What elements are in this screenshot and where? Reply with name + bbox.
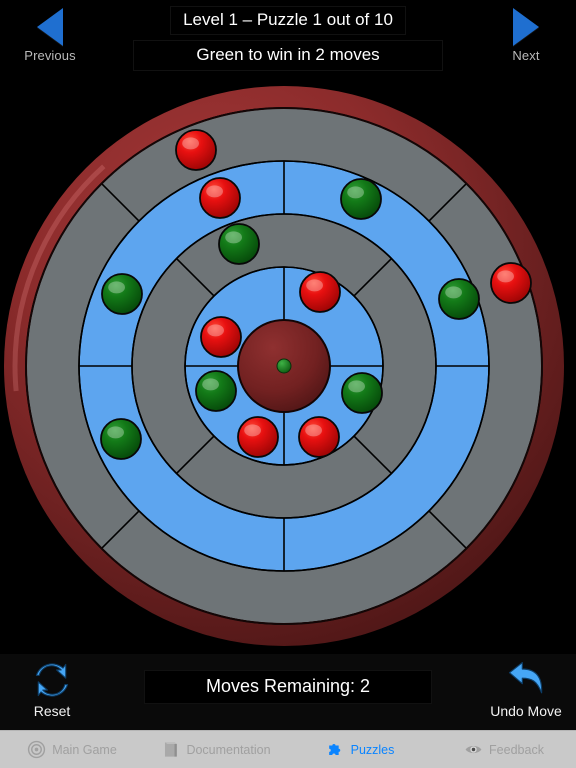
undo-move-button[interactable]: Undo Move <box>478 658 574 719</box>
game-piece-green[interactable] <box>340 178 382 220</box>
tab-documentation[interactable]: Documentation <box>144 731 288 768</box>
game-piece-red[interactable] <box>199 177 241 219</box>
game-piece-red[interactable] <box>298 416 340 458</box>
piece-highlight <box>182 137 200 150</box>
game-board-area[interactable] <box>0 82 576 654</box>
moves-remaining-display: Moves Remaining: 2 <box>144 670 432 704</box>
piece-highlight <box>202 378 220 391</box>
undo-arrow-icon <box>508 661 543 694</box>
piece-highlight <box>225 231 243 244</box>
center-hub-dot <box>276 358 292 374</box>
tab-documentation-label: Documentation <box>186 742 271 757</box>
tab-main-game[interactable]: Main Game <box>0 731 144 768</box>
piece-highlight <box>348 380 365 393</box>
tab-puzzles-label: Puzzles <box>350 742 395 757</box>
tab-feedback[interactable]: Feedback <box>432 731 576 768</box>
triangle-left-icon <box>37 8 63 46</box>
game-piece-green[interactable] <box>195 370 237 412</box>
undo-button-label: Undo Move <box>490 703 562 719</box>
piece-highlight <box>306 279 323 292</box>
previous-button-label: Previous <box>24 48 76 63</box>
piece-highlight <box>305 424 322 437</box>
top-navigation-bar: Previous Level 1 – Puzzle 1 out of 10 Gr… <box>0 0 576 82</box>
puzzle-title-block: Level 1 – Puzzle 1 out of 10 Green to wi… <box>133 6 443 71</box>
piece-highlight <box>244 424 261 437</box>
game-piece-red[interactable] <box>490 262 532 304</box>
game-piece-red[interactable] <box>200 316 242 358</box>
target-icon <box>28 740 46 759</box>
game-piece-red[interactable] <box>237 416 279 458</box>
piece-highlight <box>207 324 225 337</box>
game-piece-green[interactable] <box>101 273 143 315</box>
piece-highlight <box>497 270 514 283</box>
puzzle-piece-icon <box>328 743 340 756</box>
game-piece-red[interactable] <box>175 129 217 171</box>
tab-main-game-label: Main Game <box>52 742 117 757</box>
tab-puzzles[interactable]: Puzzles <box>288 731 432 768</box>
bottom-tab-bar: Main Game Documentation Puzzles Feedback <box>0 730 576 768</box>
puzzle-level-title: Level 1 – Puzzle 1 out of 10 <box>170 6 406 35</box>
book-icon <box>165 742 178 757</box>
game-piece-green[interactable] <box>218 223 260 265</box>
piece-highlight <box>445 286 462 299</box>
puzzle-app-screen: Previous Level 1 – Puzzle 1 out of 10 Gr… <box>0 0 576 768</box>
reset-button[interactable]: Reset <box>4 658 100 719</box>
next-button-label: Next <box>512 48 540 63</box>
puzzle-objective-text: Green to win in 2 moves <box>133 40 443 71</box>
piece-highlight <box>347 186 364 199</box>
game-piece-red[interactable] <box>299 271 341 313</box>
circular-game-board[interactable] <box>0 82 576 654</box>
triangle-right-icon <box>513 8 539 46</box>
game-piece-green[interactable] <box>438 278 480 320</box>
eye-icon <box>465 745 482 754</box>
bottom-control-bar: Reset Moves Remaining: 2 Undo Move <box>0 654 576 730</box>
refresh-icon <box>35 663 69 697</box>
game-piece-green[interactable] <box>100 418 142 460</box>
previous-puzzle-button[interactable]: Previous <box>8 8 92 63</box>
piece-highlight <box>206 185 224 198</box>
game-piece-green[interactable] <box>341 372 383 414</box>
piece-highlight <box>107 426 124 439</box>
piece-highlight <box>108 281 125 294</box>
reset-button-label: Reset <box>33 703 71 719</box>
tab-feedback-label: Feedback <box>489 742 544 757</box>
next-puzzle-button[interactable]: Next <box>484 8 568 63</box>
